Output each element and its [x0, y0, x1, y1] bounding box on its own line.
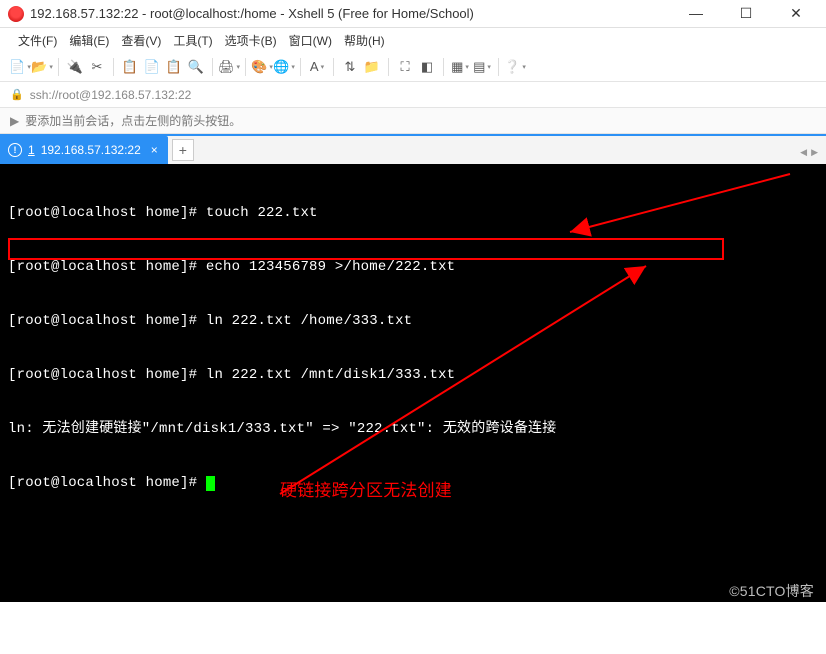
menu-file[interactable]: 文件(F) — [18, 32, 57, 49]
window-title: 192.168.57.132:22 - root@localhost:/home… — [30, 6, 474, 21]
reconnect-button[interactable]: 🔌 — [65, 57, 85, 77]
separator — [245, 58, 246, 76]
separator — [333, 58, 334, 76]
tab-strip: ! 1 192.168.57.132:22 × + ◀ ▶ — [0, 134, 826, 164]
transparency-button[interactable]: ◧ — [417, 57, 437, 77]
separator — [212, 58, 213, 76]
menu-help[interactable]: 帮助(H) — [344, 32, 385, 49]
toolbar: 📄 📂 🔌 ✂ 📋 📄 📋 🔍 🖨 🎨 🌐 A ⇅ 📁 ⛶ ◧ ▦ ▤ ❔ — [0, 52, 826, 82]
hint-bar: ▶ 要添加当前会话，点击左侧的箭头按钮。 — [0, 108, 826, 134]
color-scheme-button[interactable]: 🎨 — [252, 57, 272, 77]
encoding-button[interactable]: 🌐 — [274, 57, 294, 77]
font-button[interactable]: A — [307, 57, 327, 77]
separator — [113, 58, 114, 76]
open-session-button[interactable]: 📂 — [32, 57, 52, 77]
terminal-line: [root@localhost home]# touch 222.txt — [8, 204, 818, 222]
find-button[interactable]: 🔍 — [186, 57, 206, 77]
address-url[interactable]: ssh://root@192.168.57.132:22 — [30, 88, 192, 102]
tab-prev-button[interactable]: ◀ — [800, 147, 807, 158]
maximize-button[interactable]: ☐ — [730, 5, 762, 22]
terminal-line: [root@localhost home]# echo 123456789 >/… — [8, 258, 818, 276]
address-bar: 🔒 ssh://root@192.168.57.132:22 — [0, 82, 826, 108]
highlight-box — [8, 238, 724, 260]
separator — [300, 58, 301, 76]
separator — [388, 58, 389, 76]
arrange-button[interactable]: ▤ — [472, 57, 492, 77]
terminal[interactable]: [root@localhost home]# touch 222.txt [ro… — [0, 164, 826, 602]
menu-view[interactable]: 查看(V) — [121, 32, 161, 49]
close-button[interactable]: ✕ — [780, 5, 812, 22]
menu-tabs[interactable]: 选项卡(B) — [225, 32, 277, 49]
lock-icon: 🔒 — [10, 88, 24, 101]
menu-window[interactable]: 窗口(W) — [289, 32, 332, 49]
minimize-button[interactable]: — — [680, 5, 712, 22]
menubar: 文件(F) 编辑(E) 查看(V) 工具(T) 选项卡(B) 窗口(W) 帮助(… — [0, 28, 826, 52]
watermark: ©51CTO博客 — [729, 582, 814, 600]
tab-close-button[interactable]: × — [151, 143, 158, 157]
transfer-button[interactable]: 📁 — [362, 57, 382, 77]
hint-text: 要添加当前会话，点击左侧的箭头按钮。 — [25, 112, 241, 129]
separator — [498, 58, 499, 76]
cursor-icon — [206, 476, 215, 491]
properties-button[interactable]: 📋 — [120, 57, 140, 77]
ftp-button[interactable]: ⇅ — [340, 57, 360, 77]
terminal-error-line: ln: 无法创建硬链接"/mnt/disk1/333.txt" => "222.… — [8, 420, 818, 438]
tab-label: 192.168.57.132:22 — [41, 143, 141, 157]
menu-tools[interactable]: 工具(T) — [173, 32, 212, 49]
new-tab-button[interactable]: + — [172, 139, 194, 161]
window-titlebar: 192.168.57.132:22 - root@localhost:/home… — [0, 0, 826, 28]
layout-button[interactable]: ▦ — [450, 57, 470, 77]
terminal-line: [root@localhost home]# ln 222.txt /mnt/d… — [8, 366, 818, 384]
tab-number: 1 — [28, 143, 35, 157]
print-button[interactable]: 🖨 — [219, 57, 239, 77]
separator — [58, 58, 59, 76]
hint-arrow-icon[interactable]: ▶ — [10, 114, 19, 128]
annotation-label: 硬链接跨分区无法创建 — [280, 482, 452, 500]
session-tab[interactable]: ! 1 192.168.57.132:22 × — [0, 136, 168, 164]
fullscreen-button[interactable]: ⛶ — [395, 57, 415, 77]
tab-next-button[interactable]: ▶ — [811, 147, 818, 158]
tab-info-icon: ! — [8, 143, 22, 157]
menu-edit[interactable]: 编辑(E) — [69, 32, 109, 49]
help-button[interactable]: ❔ — [505, 57, 525, 77]
new-session-button[interactable]: 📄 — [10, 57, 30, 77]
app-icon — [8, 6, 24, 22]
disconnect-button[interactable]: ✂ — [87, 57, 107, 77]
paste-button[interactable]: 📋 — [164, 57, 184, 77]
separator — [443, 58, 444, 76]
copy-button[interactable]: 📄 — [142, 57, 162, 77]
terminal-line: [root@localhost home]# ln 222.txt /home/… — [8, 312, 818, 330]
